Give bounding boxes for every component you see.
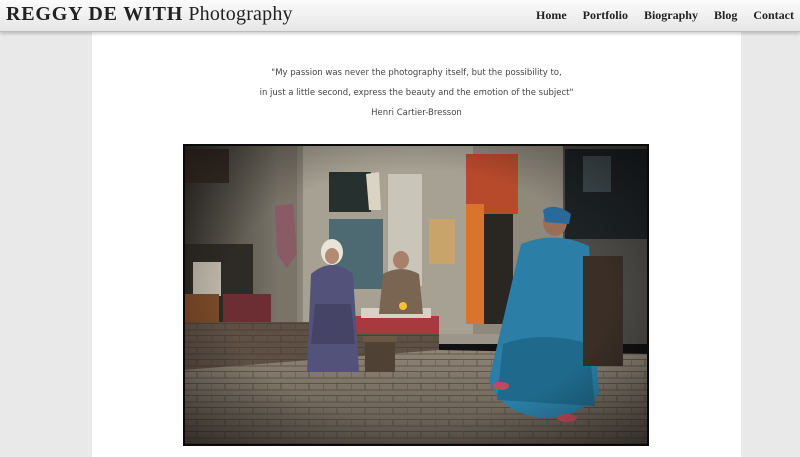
site-header: REGGY DE WITH Photography Home Portfolio… [0,0,800,32]
content-panel: "My passion was never the photography it… [92,32,741,457]
site-name: REGGY DE WITH [6,3,184,25]
nav-biography[interactable]: Biography [644,8,698,23]
nav-portfolio[interactable]: Portfolio [583,8,628,23]
main-nav: Home Portfolio Biography Blog Contact [536,8,794,23]
nav-home[interactable]: Home [536,8,567,23]
nav-blog[interactable]: Blog [714,8,737,23]
quote-block: "My passion was never the photography it… [92,68,741,128]
quote-author: Henri Cartier-Bresson [371,108,462,118]
site-logo[interactable]: REGGY DE WITH Photography [6,3,293,26]
quote-line-2: in just a little second, express the bea… [259,88,574,98]
quote-line-1: "My passion was never the photography it… [271,68,562,78]
courtyard-photo-image [183,144,649,446]
featured-photo[interactable] [183,144,649,446]
nav-contact[interactable]: Contact [753,8,794,23]
site-name-suffix: Photography [188,3,293,25]
